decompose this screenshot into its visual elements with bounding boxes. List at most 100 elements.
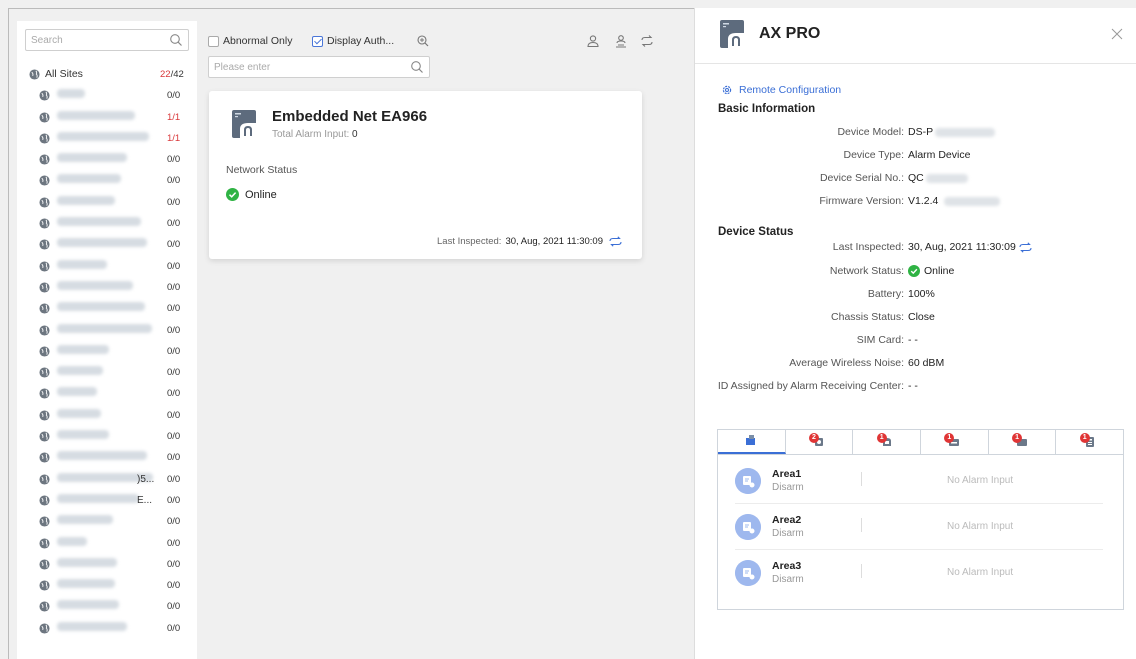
area-item[interactable]: Area3 Disarm No Alarm Input [718, 550, 1125, 596]
globe-icon [39, 623, 50, 634]
device-detail-panel: AX PRO Remote Configuration Basic Inform… [694, 8, 1136, 659]
globe-icon [39, 239, 50, 250]
site-item[interactable]: )5... 0/0 [17, 470, 197, 491]
site-name-redacted [57, 174, 121, 184]
site-item[interactable]: E... 0/0 [17, 491, 197, 512]
close-icon[interactable] [1111, 28, 1123, 40]
site-item[interactable]: 0/0 [17, 363, 197, 384]
site-count: 0/0 [167, 558, 181, 570]
site-item[interactable]: 0/0 [17, 576, 197, 597]
site-name-redacted [57, 451, 147, 461]
site-item[interactable]: 1/1 [17, 108, 197, 129]
site-sidebar: Search All Sites 22/42 0/0 1/1 1/1 0/0 0/0 0/… [17, 21, 197, 659]
alarm-badge: 2 [809, 433, 819, 443]
site-item[interactable]: 0/0 [17, 299, 197, 320]
site-item[interactable]: 0/0 [17, 342, 197, 363]
site-item[interactable]: 0/0 [17, 534, 197, 555]
tab-output[interactable]: 1 [989, 430, 1057, 454]
tab-area[interactable] [718, 430, 786, 454]
globe-icon [39, 346, 50, 357]
site-item[interactable]: 0/0 [17, 597, 197, 618]
total-alarm-value: 0 [352, 129, 358, 140]
refresh-icon[interactable] [640, 34, 654, 48]
user-icon[interactable] [586, 34, 600, 48]
refresh-icon[interactable] [609, 236, 622, 247]
kv-label: Average Wireless Noise: [789, 357, 904, 369]
site-count: 0/0 [167, 90, 181, 102]
site-item[interactable]: 0/0 [17, 171, 197, 192]
kv-value: DS-P [908, 126, 934, 138]
site-item[interactable]: 0/0 [17, 406, 197, 427]
site-count: 0/0 [167, 601, 181, 613]
site-item[interactable]: 0/0 [17, 257, 197, 278]
site-root-all-sites[interactable]: All Sites 22/42 [17, 65, 197, 86]
kv-label: Device Serial No.: [819, 172, 904, 184]
device-card[interactable]: Embedded Net EA966 Total Alarm Input: 0 … [209, 91, 642, 259]
site-item[interactable]: 0/0 [17, 384, 197, 405]
site-count: 0/0 [167, 473, 181, 485]
kv-label: Battery: [867, 288, 904, 300]
site-item[interactable]: 0/0 [17, 193, 197, 214]
globe-icon [39, 474, 50, 485]
area-name: Area1 [772, 468, 802, 480]
site-item[interactable]: 0/0 [17, 150, 197, 171]
site-item[interactable]: 0/0 [17, 427, 197, 448]
abnormal-count: 22 [160, 69, 171, 80]
last-inspected-label: Last Inspected: [437, 236, 502, 247]
site-count: 0/0 [167, 537, 181, 549]
site-name-redacted [57, 259, 107, 269]
checkbox-box[interactable] [312, 35, 323, 47]
tab-keypad[interactable]: 1 [1056, 430, 1123, 454]
site-item[interactable]: 0/0 [17, 235, 197, 256]
area-item[interactable]: Area2 Disarm No Alarm Input [718, 504, 1125, 550]
device-status-title: Device Status [718, 226, 794, 238]
abnormal-only-checkbox[interactable]: Abnormal Only [208, 34, 292, 48]
site-item[interactable]: 0/0 [17, 619, 197, 640]
search-icon[interactable] [169, 33, 183, 47]
site-count: 1/1 [167, 111, 181, 123]
sim-row: SIM Card: - - [695, 334, 1136, 348]
network-status: Online [226, 188, 277, 201]
site-item[interactable]: 0/0 [17, 448, 197, 469]
site-tree: All Sites 22/42 0/0 1/1 1/1 0/0 0/0 0/0 0/0 0/0… [17, 65, 197, 640]
site-search-input[interactable]: Search [25, 29, 189, 51]
kv-label: Network Status: [829, 265, 904, 277]
site-item[interactable]: 0/0 [17, 214, 197, 235]
user-group-icon[interactable] [614, 34, 628, 48]
site-item[interactable]: 0/0 [17, 86, 197, 107]
tab-repeater[interactable]: 1 [921, 430, 989, 454]
kv-value: 60 dBM [908, 357, 945, 369]
search-icon[interactable] [410, 60, 424, 74]
tab-zone[interactable]: 2 [786, 430, 854, 454]
site-item[interactable]: 0/0 [17, 278, 197, 299]
site-item[interactable]: 0/0 [17, 555, 197, 576]
last-inspected-row: Last Inspected: 30, Aug, 2021 11:30:09 [695, 241, 1136, 255]
device-title: Embedded Net EA966 [272, 108, 428, 125]
refresh-icon[interactable] [1019, 241, 1032, 253]
site-item[interactable]: 0/0 [17, 512, 197, 533]
input-placeholder: Please enter [214, 62, 271, 73]
site-item[interactable]: 1/1 [17, 129, 197, 150]
area-item[interactable]: Area1 Disarm No Alarm Input [718, 458, 1125, 504]
divider [861, 564, 862, 578]
area-name: Area3 [772, 560, 802, 572]
site-count: 22/42 [160, 69, 184, 80]
site-item[interactable]: 0/0 [17, 321, 197, 342]
device-search-input[interactable]: Please enter [208, 56, 430, 78]
remote-configuration-link[interactable]: Remote Configuration [721, 84, 841, 96]
search-settings-icon[interactable] [416, 34, 430, 48]
site-count: 0/0 [167, 409, 181, 421]
globe-icon [39, 580, 50, 591]
panel-title: AX PRO [759, 25, 821, 42]
kv-label: Last Inspected: [832, 241, 904, 253]
globe-icon [29, 69, 40, 80]
checkbox-box[interactable] [208, 35, 219, 47]
network-status-row: Network Status: Online [695, 265, 1136, 279]
tab-siren[interactable]: 1 [853, 430, 922, 454]
globe-icon [39, 175, 50, 187]
site-name-redacted [57, 408, 101, 418]
globe-icon [39, 601, 50, 612]
display-auth-checkbox[interactable]: Display Auth... [312, 34, 394, 48]
chassis-row: Chassis Status: Close [695, 311, 1136, 325]
site-count: 0/0 [167, 345, 181, 357]
